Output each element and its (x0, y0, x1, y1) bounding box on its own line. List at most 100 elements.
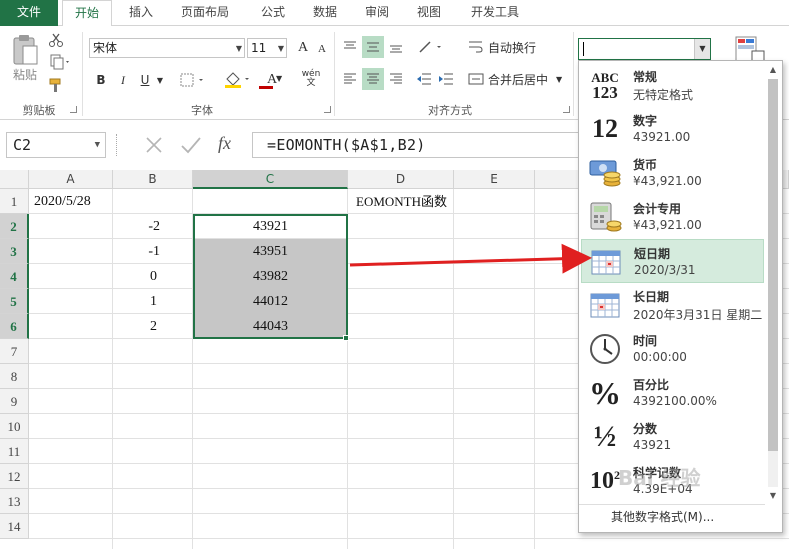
row-header-11[interactable]: 11 (0, 439, 29, 464)
dropdown-scrollbar[interactable]: ▲ ▼ (766, 63, 780, 503)
row-header-13[interactable]: 13 (0, 489, 29, 514)
align-bottom-icon[interactable] (386, 36, 406, 58)
format-item-general[interactable]: ABC 123 常规 无特定格式 (581, 63, 764, 107)
align-center-icon[interactable] (362, 68, 384, 90)
format-item-short-date[interactable]: 短日期 2020/3/31 (581, 239, 764, 283)
tab-data[interactable]: 数据 (302, 0, 348, 26)
column-header-b[interactable]: B (113, 170, 193, 189)
format-item-fraction[interactable]: ½ 分数 43921 (581, 415, 764, 459)
enter-icon[interactable] (180, 136, 202, 157)
group-divider (82, 32, 83, 116)
format-item-number[interactable]: 12 数字 43921.00 (581, 107, 764, 151)
font-name-combo[interactable]: 宋体 ▼ (89, 38, 245, 58)
cell-a1[interactable]: 2020/5/28 (34, 190, 110, 214)
tab-home[interactable]: 开始 (62, 0, 112, 27)
chevron-down-icon[interactable]: ▼ (154, 70, 166, 90)
fill-handle[interactable] (343, 335, 349, 341)
alignment-launcher-icon[interactable] (563, 106, 570, 113)
cell-b6[interactable]: 2 (113, 315, 157, 339)
percent-icon: % (589, 374, 621, 411)
orientation-icon[interactable] (416, 36, 446, 58)
wrap-text-button[interactable]: 自动换行 (468, 36, 548, 58)
format-item-currency[interactable]: 货币 ¥43,921.00 (581, 151, 764, 195)
italic-button[interactable]: I (114, 70, 132, 90)
row-header-2[interactable]: 2 (0, 214, 29, 239)
row-header-9[interactable]: 9 (0, 389, 29, 414)
group-divider (573, 32, 574, 116)
cell-b4[interactable]: 0 (113, 265, 157, 289)
paste-button[interactable]: 粘贴 (8, 66, 42, 82)
tab-developer[interactable]: 开发工具 (460, 0, 530, 26)
format-painter-icon[interactable] (46, 76, 66, 94)
row-header-4[interactable]: 4 (0, 264, 29, 289)
align-left-icon[interactable] (340, 68, 360, 90)
select-all-corner[interactable] (0, 170, 29, 189)
row-header-14[interactable]: 14 (0, 514, 29, 539)
scroll-down-icon[interactable]: ▼ (766, 489, 780, 503)
cell-d1[interactable]: EOMONTH函数 (356, 190, 466, 214)
paste-icon[interactable] (8, 32, 42, 70)
copy-icon[interactable] (46, 53, 74, 71)
format-item-time[interactable]: 时间 00:00:00 (581, 327, 764, 371)
format-item-accounting[interactable]: 会计专用 ¥43,921.00 (581, 195, 764, 239)
insert-function-icon[interactable]: fx (218, 133, 231, 154)
cell-b2[interactable]: -2 (113, 215, 160, 239)
column-header-a[interactable]: A (29, 170, 113, 189)
cell-b3[interactable]: -1 (113, 240, 160, 264)
align-top-icon[interactable] (340, 36, 360, 58)
column-header-c[interactable]: C (193, 170, 348, 189)
tab-review[interactable]: 审阅 (354, 0, 400, 26)
tab-view[interactable]: 视图 (406, 0, 452, 26)
row-header-10[interactable]: 10 (0, 414, 29, 439)
cancel-icon[interactable] (144, 136, 164, 157)
font-size-combo[interactable]: 11 ▼ (247, 38, 287, 58)
row-header-5[interactable]: 5 (0, 289, 29, 314)
tab-file[interactable]: 文件 (0, 0, 58, 26)
row-header-3[interactable]: 3 (0, 239, 29, 264)
format-sample: ¥43,921.00 (633, 218, 702, 232)
wrap-text-icon (469, 41, 483, 53)
clipboard-launcher-icon[interactable] (70, 106, 77, 113)
column-header-d[interactable]: D (348, 170, 454, 189)
tab-formulas[interactable]: 公式 (250, 0, 296, 26)
scroll-up-icon[interactable]: ▲ (766, 63, 780, 77)
font-color-icon[interactable]: A ▼ (256, 70, 288, 90)
more-number-formats-button[interactable]: 其他数字格式(M)... (611, 508, 714, 525)
ribbon-tab-bar: 文件 开始 插入 页面布局 公式 数据 审阅 视图 开发工具 (0, 0, 789, 27)
decrease-indent-icon[interactable] (414, 68, 434, 90)
align-right-icon[interactable] (386, 68, 406, 90)
tab-page-layout[interactable]: 页面布局 (170, 0, 240, 26)
format-item-long-date[interactable]: 长日期 2020年3月31日 星期二 (581, 283, 764, 327)
bold-button[interactable]: B (92, 70, 110, 90)
cell-b5[interactable]: 1 (113, 290, 157, 314)
chevron-down-icon[interactable]: ▼ (694, 39, 710, 59)
fill-color-icon[interactable] (222, 70, 254, 90)
row-header-12[interactable]: 12 (0, 464, 29, 489)
resize-handle[interactable] (116, 134, 119, 156)
shrink-font-button[interactable]: A (314, 40, 330, 58)
row-header-1[interactable]: 1 (0, 189, 29, 214)
column-header-e[interactable]: E (454, 170, 535, 189)
chevron-down-icon[interactable]: ▼ (95, 133, 100, 157)
formula-input[interactable]: =EOMONTH($A$1,B2) (252, 132, 592, 158)
number-format-combo[interactable]: ▼ (578, 38, 711, 60)
format-name: 百分比 (633, 378, 670, 392)
phonetic-icon[interactable]: wén 文 (298, 68, 324, 90)
format-item-percent[interactable]: % 百分比 4392100.00% (581, 371, 764, 415)
chevron-down-icon: ▼ (235, 44, 242, 53)
font-launcher-icon[interactable] (324, 106, 331, 113)
merge-center-button[interactable]: 合并后居中 ▼ (468, 68, 570, 90)
align-middle-icon[interactable] (362, 36, 384, 58)
border-icon[interactable] (178, 70, 208, 90)
scroll-thumb[interactable] (768, 79, 778, 451)
row-header-6[interactable]: 6 (0, 314, 29, 339)
row-header-8[interactable]: 8 (0, 364, 29, 389)
increase-indent-icon[interactable] (436, 68, 456, 90)
row-header-7[interactable]: 7 (0, 339, 29, 364)
cut-icon[interactable] (46, 31, 66, 49)
tab-insert[interactable]: 插入 (118, 0, 164, 26)
merge-center-icon (468, 73, 484, 85)
name-box[interactable]: C2 ▼ (6, 132, 106, 158)
underline-button[interactable]: U (136, 70, 154, 90)
grow-font-button[interactable]: A (294, 38, 312, 58)
